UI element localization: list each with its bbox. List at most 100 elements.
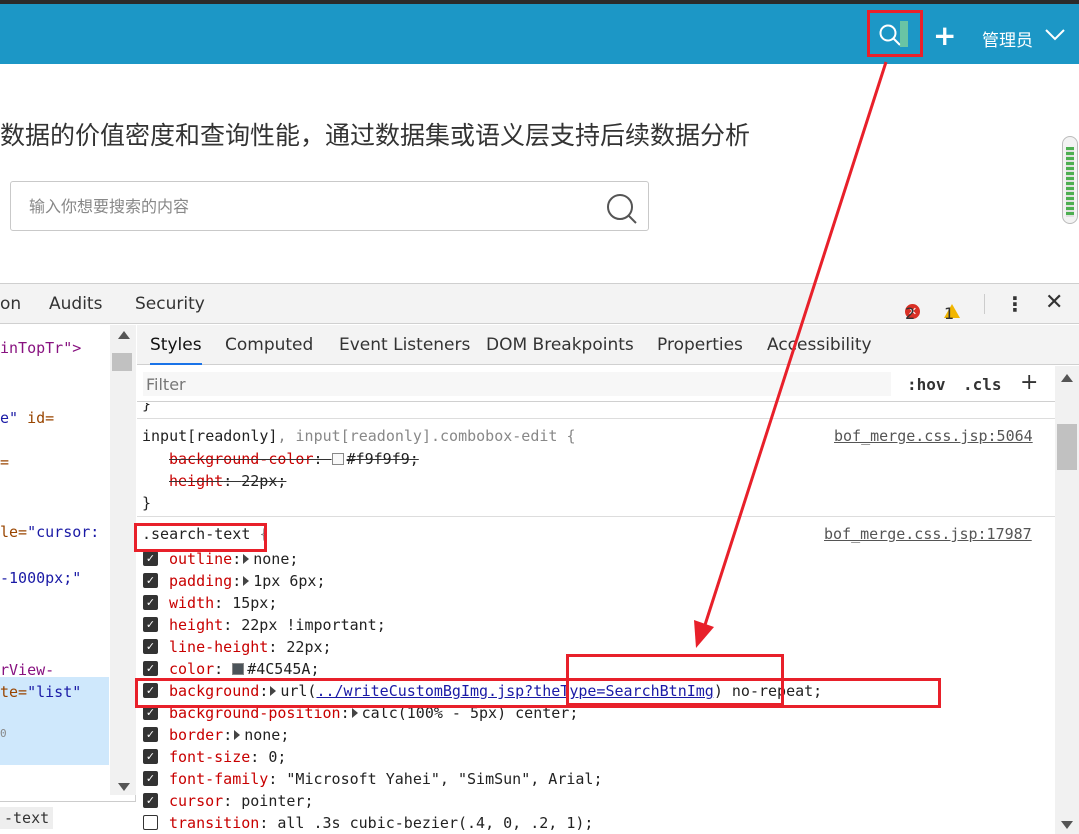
styles-scrollbar[interactable] xyxy=(1055,366,1079,834)
rule1-source-link[interactable]: bof_merge.css.jsp:5064 xyxy=(834,427,1033,445)
property-checkbox[interactable]: ✓ xyxy=(143,639,158,654)
dom-attr-value: e" xyxy=(0,409,19,427)
add-button[interactable]: + xyxy=(933,22,956,50)
css-declaration-background[interactable]: background: url(../writeCustomBgImg.jsp?t… xyxy=(169,682,822,700)
tab-event-listeners[interactable]: Event Listeners xyxy=(339,335,470,355)
tab-computed[interactable]: Computed xyxy=(225,335,313,355)
close-icon[interactable]: ✕ xyxy=(1045,290,1063,315)
property-checkbox[interactable]: ✓ xyxy=(143,793,158,808)
expand-triangle-icon[interactable] xyxy=(243,576,250,586)
hov-toggle[interactable]: :hov xyxy=(907,375,946,394)
dom-line[interactable]: = xyxy=(0,453,9,471)
breadcrumb-item[interactable]: -text xyxy=(0,807,54,829)
scroll-up-icon[interactable] xyxy=(118,331,130,339)
scroll-down-icon[interactable] xyxy=(1061,821,1073,829)
css-property: transition xyxy=(169,814,260,832)
property-checkbox[interactable]: ✓ xyxy=(143,683,158,698)
search-icon[interactable] xyxy=(605,192,639,226)
tab-dom-breakpoints[interactable]: DOM Breakpoints xyxy=(486,335,634,355)
scroll-down-icon[interactable] xyxy=(118,783,130,791)
expand-triangle-icon[interactable] xyxy=(234,730,241,740)
css-declaration[interactable]: width: 15px; xyxy=(169,594,277,612)
property-checkbox[interactable]: ✓ xyxy=(143,771,158,786)
scroll-thumb[interactable] xyxy=(112,353,132,371)
dom-line[interactable]: -1000px;" xyxy=(0,569,81,587)
styles-filter-input[interactable] xyxy=(143,372,891,396)
chevron-down-icon[interactable] xyxy=(1044,28,1066,42)
css-declaration[interactable]: color: #4C545A; xyxy=(169,660,319,678)
dom-line[interactable]: e" id= xyxy=(0,409,54,427)
search-input[interactable] xyxy=(29,194,589,218)
property-checkbox[interactable]: ✓ xyxy=(143,727,158,742)
tab-audits[interactable]: Audits xyxy=(49,294,102,314)
dom-line[interactable]: 0 xyxy=(0,727,7,740)
color-swatch[interactable] xyxy=(232,663,245,675)
dom-line[interactable]: inTopTr"> xyxy=(0,339,81,357)
dom-line[interactable]: te="list" xyxy=(0,683,81,701)
selector-separator: , xyxy=(277,427,296,445)
css-declaration[interactable]: transition: all .3s cubic-bezier(.4, 0, … xyxy=(169,814,593,832)
selector: .search-text xyxy=(142,525,251,543)
new-style-rule-icon[interactable]: + xyxy=(1020,370,1038,395)
elements-scrollbar[interactable] xyxy=(110,325,136,795)
property-checkbox[interactable]: ✓ xyxy=(143,551,158,566)
background-url-link[interactable]: ../writeCustomBgImg.jsp?theType=SearchBt… xyxy=(316,682,713,700)
tab-application[interactable]: on xyxy=(0,294,21,314)
tab-accessibility[interactable]: Accessibility xyxy=(767,335,872,355)
css-declaration[interactable]: background-color: #f9f9f9; xyxy=(169,450,419,468)
css-property: background-position xyxy=(169,704,341,722)
rule1-selector[interactable]: input[readonly], input[readonly].combobo… xyxy=(142,427,576,445)
dom-line[interactable]: rView- xyxy=(0,661,54,679)
css-declaration[interactable]: line-height: 22px; xyxy=(169,638,332,656)
tab-properties[interactable]: Properties xyxy=(657,335,743,355)
property-checkbox[interactable]: ✓ xyxy=(143,661,158,676)
property-checkbox[interactable]: ✓ xyxy=(143,573,158,588)
dom-line[interactable]: le="cursor: xyxy=(0,523,99,541)
property-checkbox[interactable]: ✓ xyxy=(143,705,158,720)
expand-triangle-icon[interactable] xyxy=(243,554,250,564)
property-checkbox[interactable]: ✓ xyxy=(143,749,158,764)
page-scrollbar[interactable] xyxy=(1062,136,1078,224)
property-checkbox[interactable] xyxy=(143,815,158,830)
divider xyxy=(137,418,1055,419)
user-menu-label[interactable]: 管理员 xyxy=(982,26,1033,51)
tab-styles[interactable]: Styles xyxy=(150,335,202,365)
color-swatch[interactable] xyxy=(331,453,344,465)
css-declaration[interactable]: font-size: 0; xyxy=(169,748,286,766)
property-checkbox[interactable]: ✓ xyxy=(143,595,158,610)
scroll-thumb[interactable] xyxy=(1057,424,1077,470)
search-highlight xyxy=(900,21,908,47)
more-options-icon[interactable]: ⋮ xyxy=(1005,292,1025,316)
css-declaration[interactable]: height: 22px; xyxy=(169,472,286,490)
dom-attr-name: te= xyxy=(0,683,28,701)
css-declaration[interactable]: padding: 1px 6px; xyxy=(169,572,326,590)
css-value: 1px 6px xyxy=(253,572,317,590)
rule2-selector[interactable]: .search-text { xyxy=(142,525,268,543)
css-property: outline xyxy=(169,550,233,568)
property-checkbox[interactable]: ✓ xyxy=(143,617,158,632)
css-value: all .3s cubic-bezier(.4, 0, .2, 1) xyxy=(277,814,585,832)
dom-text: inTopTr"> xyxy=(0,339,82,357)
css-declaration[interactable]: background-position: calc(100% - 5px) cen… xyxy=(169,704,578,722)
dom-attr-value: "cursor: xyxy=(27,523,100,541)
sidebar-tab-bar: Styles Computed Event Listeners DOM Brea… xyxy=(137,325,1079,365)
css-declaration[interactable]: cursor: pointer; xyxy=(169,792,314,810)
expand-triangle-icon[interactable] xyxy=(351,708,358,718)
search-icon xyxy=(879,24,901,46)
css-value: 22px !important xyxy=(241,616,377,634)
scroll-up-icon[interactable] xyxy=(1061,374,1073,382)
css-declaration[interactable]: font-family: "Microsoft Yahei", "SimSun"… xyxy=(169,770,602,788)
top-bar: + 管理员 xyxy=(0,0,1079,64)
css-declaration[interactable]: border: none; xyxy=(169,726,289,744)
topbar-search-button[interactable] xyxy=(870,13,920,57)
tab-security[interactable]: Security xyxy=(135,294,205,314)
search-box[interactable] xyxy=(10,181,649,231)
css-declaration[interactable]: height: 22px !important; xyxy=(169,616,386,634)
css-property: background xyxy=(169,682,260,700)
divider xyxy=(984,294,985,314)
dom-text: = xyxy=(0,453,10,471)
cls-toggle[interactable]: .cls xyxy=(963,375,1002,394)
rule2-source-link[interactable]: bof_merge.css.jsp:17987 xyxy=(824,525,1032,543)
css-declaration[interactable]: outline: none; xyxy=(169,550,298,568)
expand-triangle-icon[interactable] xyxy=(270,686,277,696)
